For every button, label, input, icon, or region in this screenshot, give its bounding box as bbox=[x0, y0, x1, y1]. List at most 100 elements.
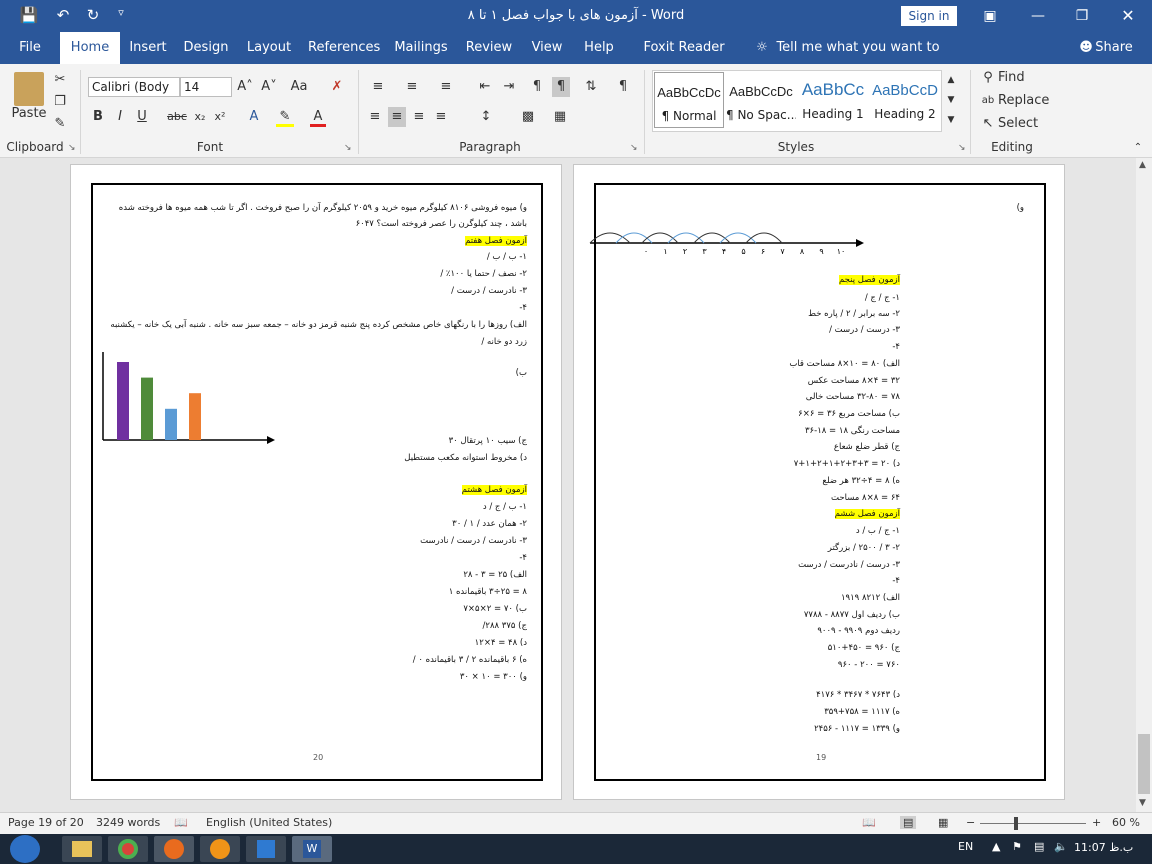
multilevel-list-icon[interactable]: ≡ bbox=[436, 77, 456, 97]
web-layout-icon[interactable]: ▦ bbox=[938, 816, 948, 829]
clear-formatting-icon[interactable]: ✗ bbox=[328, 77, 346, 97]
style-normal[interactable]: AaBbCcDc ¶ Normal bbox=[654, 72, 724, 128]
style-no-spacing[interactable]: AaBbCcDc ¶ No Spac... bbox=[726, 72, 796, 128]
scroll-down-icon[interactable]: ▼ bbox=[1139, 798, 1146, 808]
tab-review[interactable]: Review bbox=[464, 32, 514, 64]
grow-font-icon[interactable]: A˄ bbox=[236, 77, 254, 97]
format-painter-icon[interactable]: ✎ bbox=[52, 114, 68, 134]
minimize-button[interactable]: — bbox=[1024, 4, 1052, 28]
app-icon[interactable] bbox=[200, 836, 240, 862]
cut-icon[interactable]: ✂ bbox=[52, 70, 68, 90]
close-button[interactable]: ✕ bbox=[1114, 4, 1142, 28]
show-marks-icon[interactable]: ¶ bbox=[614, 77, 632, 97]
superscript-icon[interactable]: x² bbox=[212, 107, 228, 127]
strikethrough-icon[interactable]: abc bbox=[166, 107, 188, 127]
paragraph-launcher-icon[interactable]: ↘ bbox=[630, 143, 638, 153]
firefox-icon[interactable] bbox=[154, 836, 194, 862]
zoom-out-icon[interactable]: − bbox=[966, 816, 975, 829]
font-family-select[interactable]: Calibri (Body bbox=[88, 77, 180, 97]
select-button[interactable]: Select bbox=[998, 114, 1048, 134]
tab-file[interactable]: File bbox=[10, 32, 50, 64]
styles-scroll-down-icon[interactable]: ▼ bbox=[944, 90, 958, 110]
italic-icon[interactable]: I bbox=[112, 107, 128, 127]
zoom-slider-thumb[interactable] bbox=[1014, 817, 1018, 830]
subscript-icon[interactable]: x₂ bbox=[192, 107, 208, 127]
tab-foxit[interactable]: Foxit Reader PDF bbox=[632, 32, 736, 87]
font-size-select[interactable]: 14 bbox=[180, 77, 232, 97]
replace-button[interactable]: Replace bbox=[998, 91, 1050, 111]
tab-layout[interactable]: Layout bbox=[244, 32, 294, 64]
page-19[interactable]: ۰ ۱ ۲ ۳ ۴ ۵ ۶ ۷ ۸ ۹ ۱۰ و) آزمون فصل پنجم ۱- ج / ج / ۲… bbox=[573, 164, 1065, 800]
maximize-button[interactable]: ❐ bbox=[1068, 4, 1096, 28]
font-color-icon[interactable]: A bbox=[310, 107, 326, 127]
justify-icon[interactable]: ≡ bbox=[432, 107, 450, 127]
zoom-level[interactable]: 60 % bbox=[1112, 816, 1140, 829]
paste-button[interactable]: Paste bbox=[8, 104, 50, 124]
word-count[interactable]: 3249 words bbox=[96, 816, 160, 829]
tray-arrow-icon[interactable]: ▲ bbox=[992, 840, 1000, 853]
font-launcher-icon[interactable]: ↘ bbox=[344, 143, 352, 153]
borders-icon[interactable]: ▦ bbox=[550, 107, 570, 127]
align-center-icon[interactable]: ≡ bbox=[388, 107, 406, 127]
copy-icon[interactable]: ❐ bbox=[52, 92, 68, 112]
scroll-thumb[interactable] bbox=[1138, 734, 1150, 794]
flag-icon[interactable]: ⚑ bbox=[1012, 840, 1022, 853]
start-button-icon[interactable] bbox=[10, 835, 40, 863]
numbering-icon[interactable]: ≡ bbox=[402, 77, 422, 97]
tab-help[interactable]: Help bbox=[580, 32, 618, 64]
scroll-up-icon[interactable]: ▲ bbox=[1139, 160, 1146, 170]
rtl-icon[interactable]: ¶ bbox=[552, 77, 570, 97]
styles-more-icon[interactable]: ▼ bbox=[944, 110, 958, 130]
highlight-icon[interactable]: ✎ bbox=[276, 107, 294, 127]
zoom-in-icon[interactable]: + bbox=[1092, 816, 1101, 829]
file-explorer-icon[interactable] bbox=[62, 836, 102, 862]
collapse-ribbon-icon[interactable]: ⌃ bbox=[1130, 138, 1146, 158]
tab-view[interactable]: View bbox=[528, 32, 566, 64]
page-count[interactable]: Page 19 of 20 bbox=[8, 816, 84, 829]
text-effects-icon[interactable]: A bbox=[246, 107, 262, 127]
tab-references[interactable]: References bbox=[308, 32, 380, 64]
proofing-icon[interactable]: 📖 bbox=[174, 816, 188, 829]
shading-icon[interactable]: ▩ bbox=[518, 107, 538, 127]
volume-icon[interactable]: 🔈 bbox=[1054, 840, 1068, 853]
tab-mailings[interactable]: Mailings bbox=[392, 32, 450, 64]
word-taskbar-icon[interactable]: W bbox=[292, 836, 332, 862]
input-language[interactable]: EN bbox=[958, 840, 973, 853]
sort-icon[interactable]: ⇅ bbox=[582, 77, 600, 97]
tab-design[interactable]: Design bbox=[182, 32, 230, 64]
foxit-icon[interactable] bbox=[246, 836, 286, 862]
bold-icon[interactable]: B bbox=[90, 107, 106, 127]
vertical-scrollbar[interactable]: ▲ ▼ bbox=[1136, 158, 1152, 812]
bullets-icon[interactable]: ≡ bbox=[368, 77, 388, 97]
styles-launcher-icon[interactable]: ↘ bbox=[958, 143, 966, 153]
find-button[interactable]: Find bbox=[998, 68, 1038, 88]
underline-icon[interactable]: U bbox=[134, 107, 150, 127]
ltr-icon[interactable]: ¶ bbox=[528, 77, 546, 97]
chrome-icon[interactable] bbox=[108, 836, 148, 862]
zoom-slider[interactable] bbox=[980, 823, 1086, 824]
clock[interactable]: ب.ظ 11:07 bbox=[1074, 841, 1133, 854]
line-spacing-icon[interactable]: ↕ bbox=[476, 107, 496, 127]
print-layout-icon[interactable]: ▤ bbox=[900, 816, 917, 829]
shrink-font-icon[interactable]: A˅ bbox=[260, 77, 278, 97]
sign-in-button[interactable]: Sign in bbox=[901, 6, 957, 26]
ribbon-display-icon[interactable]: ▣ bbox=[976, 4, 1004, 28]
align-right-icon[interactable]: ≡ bbox=[410, 107, 428, 127]
network-icon[interactable]: ▤ bbox=[1034, 840, 1044, 853]
clipboard-launcher-icon[interactable]: ↘ bbox=[68, 143, 76, 153]
page-20[interactable]: و) میوه فروشی ۸۱۰۶ کیلوگرم میوه خرید و ۲… bbox=[70, 164, 562, 800]
align-left-icon[interactable]: ≡ bbox=[366, 107, 384, 127]
increase-indent-icon[interactable]: ⇥ bbox=[500, 77, 518, 97]
decrease-indent-icon[interactable]: ⇤ bbox=[476, 77, 494, 97]
tab-insert[interactable]: Insert bbox=[126, 32, 170, 64]
style-heading-2[interactable]: AaBbCcD Heading 2 bbox=[870, 72, 940, 128]
change-case-icon[interactable]: Aa bbox=[290, 77, 308, 97]
styles-scroll-up-icon[interactable]: ▲ bbox=[944, 70, 958, 90]
read-mode-icon[interactable]: 📖 bbox=[862, 816, 876, 829]
paste-icon[interactable] bbox=[14, 72, 44, 106]
tab-home[interactable]: Home bbox=[60, 32, 120, 64]
tell-me-search[interactable]: Tell me what you want to do bbox=[776, 32, 940, 87]
share-button[interactable]: Share bbox=[1094, 32, 1134, 64]
style-heading-1[interactable]: AaBbCc Heading 1 bbox=[798, 72, 868, 128]
language-indicator[interactable]: English (United States) bbox=[206, 816, 332, 829]
